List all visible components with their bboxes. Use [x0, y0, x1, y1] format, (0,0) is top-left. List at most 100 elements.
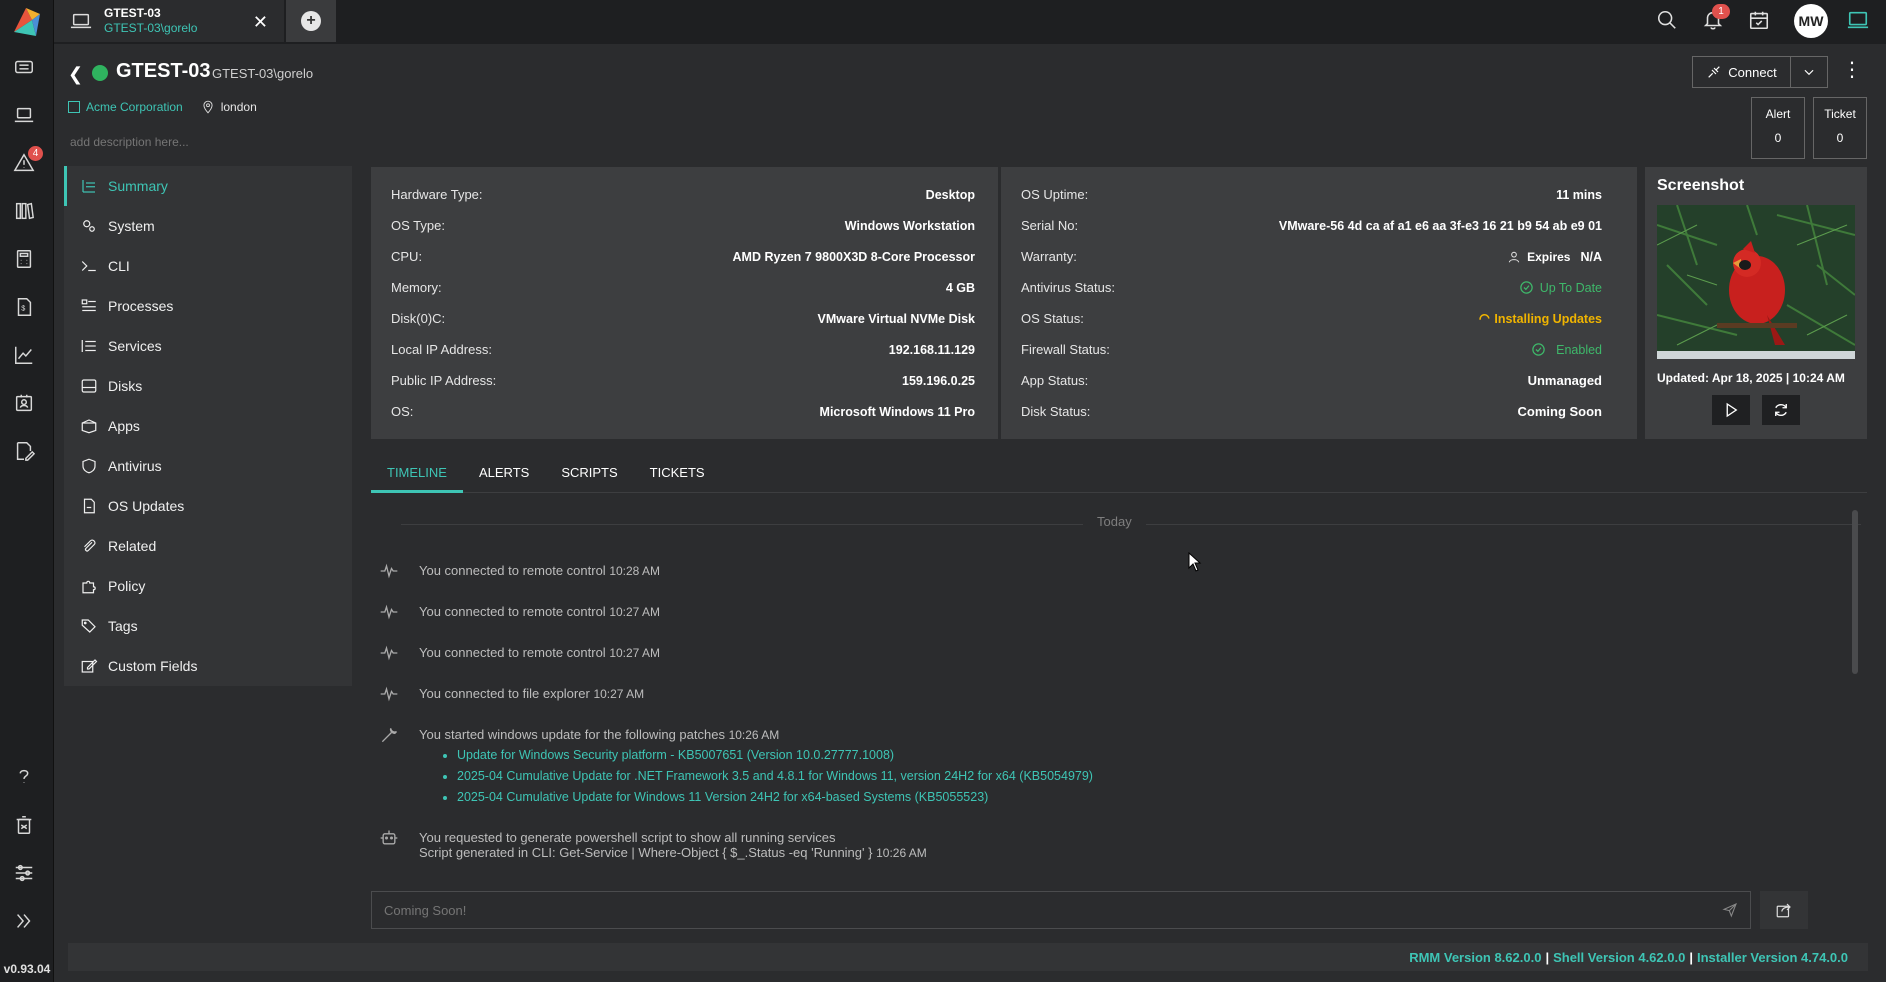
ticket-counter[interactable]: Ticket 0 [1813, 97, 1867, 159]
info-key: Public IP Address: [391, 373, 497, 388]
tab-alerts[interactable]: ALERTS [463, 457, 545, 493]
info-key: Hardware Type: [391, 187, 483, 202]
info-row: Local IP Address: 192.168.11.129 [391, 334, 975, 365]
connect-button[interactable]: Connect [1692, 56, 1790, 88]
patch-link[interactable]: Update for Windows Security platform - K… [457, 748, 1093, 769]
event-text: You started windows update for the follo… [419, 727, 725, 742]
info-value: 192.168.11.129 [888, 342, 975, 357]
firewall-status: Enabled [1531, 342, 1602, 357]
disk-status-key: Disk Status: [1021, 404, 1091, 419]
nav-item-label: Summary [108, 178, 168, 194]
nav-item-policy[interactable]: Policy [64, 566, 352, 606]
patch-link[interactable]: 2025-04 Cumulative Update for .NET Frame… [457, 769, 1093, 790]
library-icon[interactable] [9, 196, 39, 226]
alert-icon[interactable]: 4 [9, 146, 43, 178]
more-options-icon[interactable]: ⋮ [1840, 60, 1864, 84]
app-logo[interactable] [6, 2, 46, 42]
nav-item-processes[interactable]: Processes [64, 286, 352, 326]
organization-link[interactable]: Acme Corporation [86, 100, 183, 114]
close-tab-icon[interactable]: ✕ [253, 12, 268, 33]
nav-item-label: OS Updates [108, 498, 185, 514]
nav-item-label: Disks [108, 378, 143, 394]
device-tab[interactable]: GTEST-03 GTEST-03\gorelo ✕ [54, 0, 284, 42]
sliders-icon[interactable] [9, 858, 39, 888]
nav-item-os-updates[interactable]: OS Updates [64, 486, 352, 526]
nav-item-cli[interactable]: CLI [64, 246, 352, 286]
calculator-icon[interactable] [9, 244, 39, 274]
disk-icon [81, 379, 97, 393]
patch-link[interactable]: 2025-04 Cumulative Update for Windows 11… [457, 790, 1093, 811]
search-icon[interactable] [1656, 9, 1680, 33]
nav-item-system[interactable]: System [64, 206, 352, 246]
info-row: Disk Status: Coming Soon [1021, 396, 1602, 427]
nav-item-services[interactable]: Services [64, 326, 352, 366]
info-value: AMD Ryzen 7 9800X3D 8-Core Processor [732, 249, 975, 264]
new-tab-button[interactable]: + [286, 0, 336, 42]
icon-rail: 4 $ v0.93.04 [0, 0, 54, 982]
nav-item-label: Antivirus [108, 458, 162, 474]
robot-icon [379, 828, 399, 848]
nav-item-disks[interactable]: Disks [64, 366, 352, 406]
nav-item-apps[interactable]: Apps [64, 406, 352, 446]
chart-icon[interactable] [9, 340, 39, 370]
device-nav: Summary System CLI Processes Services Di… [64, 166, 352, 686]
pulse-icon [379, 643, 399, 663]
tab-tickets[interactable]: TICKETS [634, 457, 721, 493]
event-text: You connected to remote control [419, 645, 606, 660]
person-icon [1508, 251, 1520, 262]
info-key: CPU: [391, 249, 423, 264]
pulse-icon [379, 602, 399, 622]
help-icon[interactable] [9, 762, 39, 792]
plus-icon: + [301, 11, 321, 31]
compose-input[interactable] [372, 902, 1710, 918]
nav-item-label: Related [108, 538, 157, 554]
play-button[interactable] [1712, 395, 1750, 425]
nav-item-summary[interactable]: Summary [64, 166, 352, 206]
version-footer: RMM Version 8.62.0.0 | Shell Version 4.6… [68, 943, 1868, 971]
back-arrow-icon[interactable]: ❮ [68, 64, 83, 85]
refresh-icon [1775, 404, 1787, 416]
refresh-button[interactable] [1762, 395, 1800, 425]
organization-row: Acme Corporation london [68, 100, 257, 114]
notification-badge: 1 [1712, 4, 1730, 19]
laptop-icon[interactable] [9, 100, 39, 130]
screen-icon[interactable] [1846, 9, 1872, 33]
top-bar: GTEST-03 GTEST-03\gorelo ✕ + 1 MW [54, 0, 1886, 44]
share-button[interactable] [1760, 891, 1808, 929]
nav-item-related[interactable]: Related [64, 526, 352, 566]
list-icon [82, 180, 95, 193]
nav-item-tags[interactable]: Tags [64, 606, 352, 646]
tab-scripts[interactable]: SCRIPTS [545, 457, 633, 493]
document-edit-icon[interactable] [9, 436, 39, 466]
connect-dropdown-button[interactable] [1790, 56, 1828, 88]
antivirus-key: Antivirus Status: [1021, 280, 1115, 295]
nav-item-antivirus[interactable]: Antivirus [64, 446, 352, 486]
trash-icon[interactable] [9, 810, 39, 840]
alert-counter[interactable]: Alert 0 [1751, 97, 1805, 159]
nav-item-custom-fields[interactable]: Custom Fields [64, 646, 352, 686]
check-circle-icon [1519, 281, 1533, 294]
send-icon[interactable] [1710, 902, 1750, 918]
calendar-icon[interactable] [1748, 9, 1772, 33]
info-row: Public IP Address: 159.196.0.25 [391, 365, 975, 396]
info-row: Hardware Type: Desktop [391, 179, 975, 210]
os-updates-icon [83, 498, 95, 514]
info-row: Firewall Status: Enabled [1021, 334, 1602, 365]
contacts-icon[interactable] [9, 388, 39, 418]
location-label: london [220, 100, 257, 114]
info-row: Memory: 4 GB [391, 272, 975, 303]
screenshot-thumbnail[interactable] [1657, 205, 1855, 359]
tab-timeline[interactable]: TIMELINE [371, 457, 463, 493]
timeline: Today You connected to remote control 10… [371, 510, 1861, 880]
invoice-icon[interactable]: $ [9, 292, 39, 322]
warranty-expires-label: Expires [1527, 249, 1571, 264]
info-row: Disk(0)C: VMware Virtual NVMe Disk [391, 303, 975, 334]
avatar[interactable]: MW [1794, 4, 1828, 38]
server-icon[interactable] [9, 52, 39, 82]
timeline-scrollbar[interactable] [1852, 510, 1858, 674]
online-status-dot [92, 65, 108, 81]
bell-icon[interactable]: 1 [1702, 4, 1730, 33]
expand-icon[interactable] [9, 906, 39, 936]
description-input[interactable] [70, 135, 370, 149]
pulse-icon [379, 561, 399, 581]
